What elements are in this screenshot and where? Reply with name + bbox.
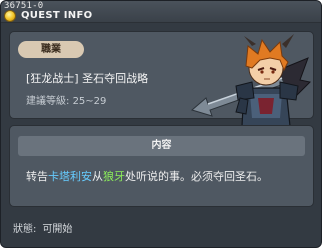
quest-info-icon [4, 10, 16, 22]
content-text-mid: 从 [92, 170, 103, 183]
quest-name: [狂龙战士] 圣石夺回战略 [26, 72, 149, 85]
content-text: 转告卡塔利安从狼牙处听说的事。必须夺回圣石。 [26, 168, 268, 184]
content-text-prefix: 转告 [26, 170, 48, 183]
content-text-suffix: 处听说的事。必须夺回圣石。 [125, 170, 268, 183]
quest-summary-panel: 職業 [狂龙战士] 圣石夺回战略 建議等級: 25~29 [9, 31, 314, 149]
npc-name: 卡塔利安 [48, 170, 92, 183]
job-badge: 職業 [18, 41, 84, 58]
place-name: 狼牙 [103, 170, 125, 183]
status-value: 可開始 [42, 224, 73, 235]
level-range: 25~29 [72, 96, 107, 107]
quest-status: 狀態: 可開始 [13, 220, 78, 235]
window-title: QUEST INFO [21, 10, 93, 21]
quest-info-window: 36751-0 QUEST INFO 職業 [狂龙战士] 圣石夺回战略 建議等級… [0, 0, 322, 248]
status-label: 狀態: [13, 224, 37, 235]
title-bar[interactable]: 36751-0 QUEST INFO [1, 1, 321, 23]
recommended-level: 建議等級: 25~29 [26, 92, 106, 107]
level-label: 建議等級: [26, 96, 70, 107]
quest-content-panel: 内容 转告卡塔利安从狼牙处听说的事。必须夺回圣石。 [9, 125, 314, 207]
content-header: 内容 [18, 136, 305, 156]
